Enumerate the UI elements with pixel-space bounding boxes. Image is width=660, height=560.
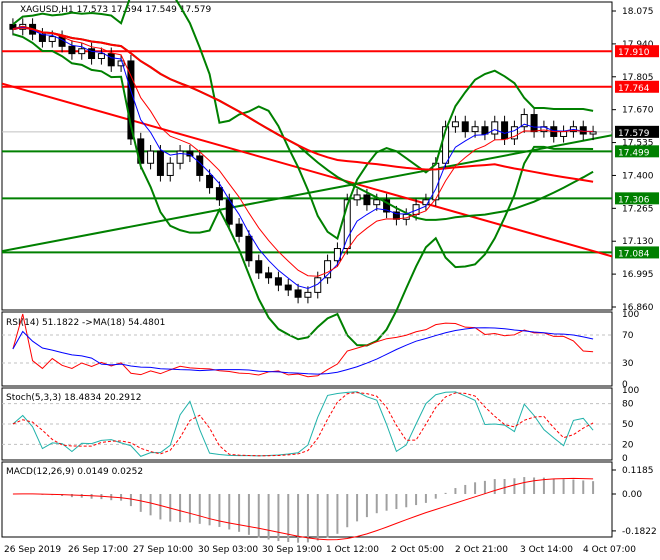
candle-body: [363, 194, 371, 206]
level-label: 17.306: [618, 195, 650, 205]
rsi-tick-label: 100: [622, 310, 639, 320]
candle-body: [373, 199, 381, 206]
time-label: 30 Sep 03:00: [198, 545, 258, 555]
price-tick-label: 16.995: [622, 270, 654, 280]
candle-body: [265, 272, 273, 279]
macd-tick-label: -0.1822: [622, 527, 657, 537]
candle-body: [97, 53, 105, 60]
time-label: 4 Oct 07:00: [583, 545, 636, 555]
price-tick-label: 18.075: [622, 7, 654, 17]
candle-body: [196, 155, 204, 176]
candle-body: [107, 53, 115, 67]
time-label: 1 Oct 12:00: [326, 545, 379, 555]
stoch-tick-label: 100: [622, 386, 639, 396]
candle-body: [451, 121, 459, 128]
candle-body: [530, 114, 538, 133]
candle-body: [48, 36, 56, 42]
candle-body: [147, 150, 155, 164]
macd-title: MACD(12,26,9) 0.0149 0.0252: [6, 467, 143, 477]
price-tick-label: 17.670: [622, 106, 654, 116]
stoch-title: Stoch(5,3,3) 18.4834 20.2912: [6, 393, 141, 403]
candle-body: [78, 48, 86, 55]
time-label: 26 Sep 17:00: [68, 545, 128, 555]
chart-canvas[interactable]: XAGUSD,H1 17.573 17.594 17.549 17.579 RS…: [0, 0, 660, 560]
candle-body: [471, 126, 479, 133]
macd-tick-label: 0.00: [622, 490, 642, 500]
time-label: 3 Oct 14:00: [520, 545, 573, 555]
bollinger-lower: [12, 33, 594, 347]
panel-frame-0: [1, 1, 613, 311]
rsi-title: RSI(14) 51.1822 ->MA(18) 54.4801: [6, 318, 165, 328]
rsi-tick-label: 70: [622, 331, 634, 341]
moving-average-blue: [12, 26, 594, 289]
price-overlays: [2, 18, 612, 304]
level-label: 17.084: [618, 249, 650, 259]
rsi-tick-label: 30: [622, 359, 634, 369]
stoch-tick-label: 20: [622, 440, 634, 450]
time-label: 2 Oct 21:00: [455, 545, 508, 555]
stoch-tick-label: 80: [622, 400, 634, 410]
candle-body: [353, 194, 361, 201]
candle-body: [304, 291, 312, 298]
candle-body: [589, 131, 597, 135]
stoch-tick-label: 50: [622, 420, 634, 430]
current-price-label: 17.579: [618, 129, 650, 139]
candle-body: [68, 45, 76, 55]
candle-body: [274, 277, 282, 286]
level-label: 17.910: [618, 48, 650, 58]
candle-body: [294, 289, 302, 298]
candle-body: [206, 174, 214, 189]
candle-body: [166, 162, 174, 176]
candle-body: [560, 131, 568, 137]
time-label: 2 Oct 05:00: [391, 545, 444, 555]
candle-body: [284, 284, 292, 291]
candle-body: [481, 126, 489, 135]
level-label: 17.764: [618, 84, 650, 94]
price-tick-label: 17.265: [622, 204, 654, 214]
candle-body: [186, 150, 194, 157]
bollinger-upper: [12, 0, 594, 241]
candle-body: [491, 121, 499, 135]
candle-body: [255, 260, 263, 274]
candle-body: [461, 121, 469, 133]
candle-body: [501, 121, 509, 140]
level-label: 17.499: [618, 148, 650, 158]
time-label: 27 Sep 10:00: [133, 545, 193, 555]
chart-window: XAGUSD,H1 17.573 17.594 17.549 17.579 RS…: [0, 0, 660, 560]
stoch-tick-label: 0: [622, 454, 628, 464]
time-label: 26 Sep 2019: [4, 545, 61, 555]
price-tick-label: 17.130: [622, 237, 654, 247]
time-label: 30 Sep 19:00: [262, 545, 322, 555]
macd-signal-line: [12, 477, 594, 541]
candle-body: [215, 187, 223, 201]
candle-body: [245, 235, 253, 262]
macd-tick-label: 0.1185: [622, 466, 654, 476]
candle-body: [176, 150, 184, 164]
candle-body: [235, 223, 243, 237]
moving-average-red: [12, 25, 594, 183]
candle-body: [156, 150, 164, 176]
price-tick-label: 17.400: [622, 171, 654, 181]
